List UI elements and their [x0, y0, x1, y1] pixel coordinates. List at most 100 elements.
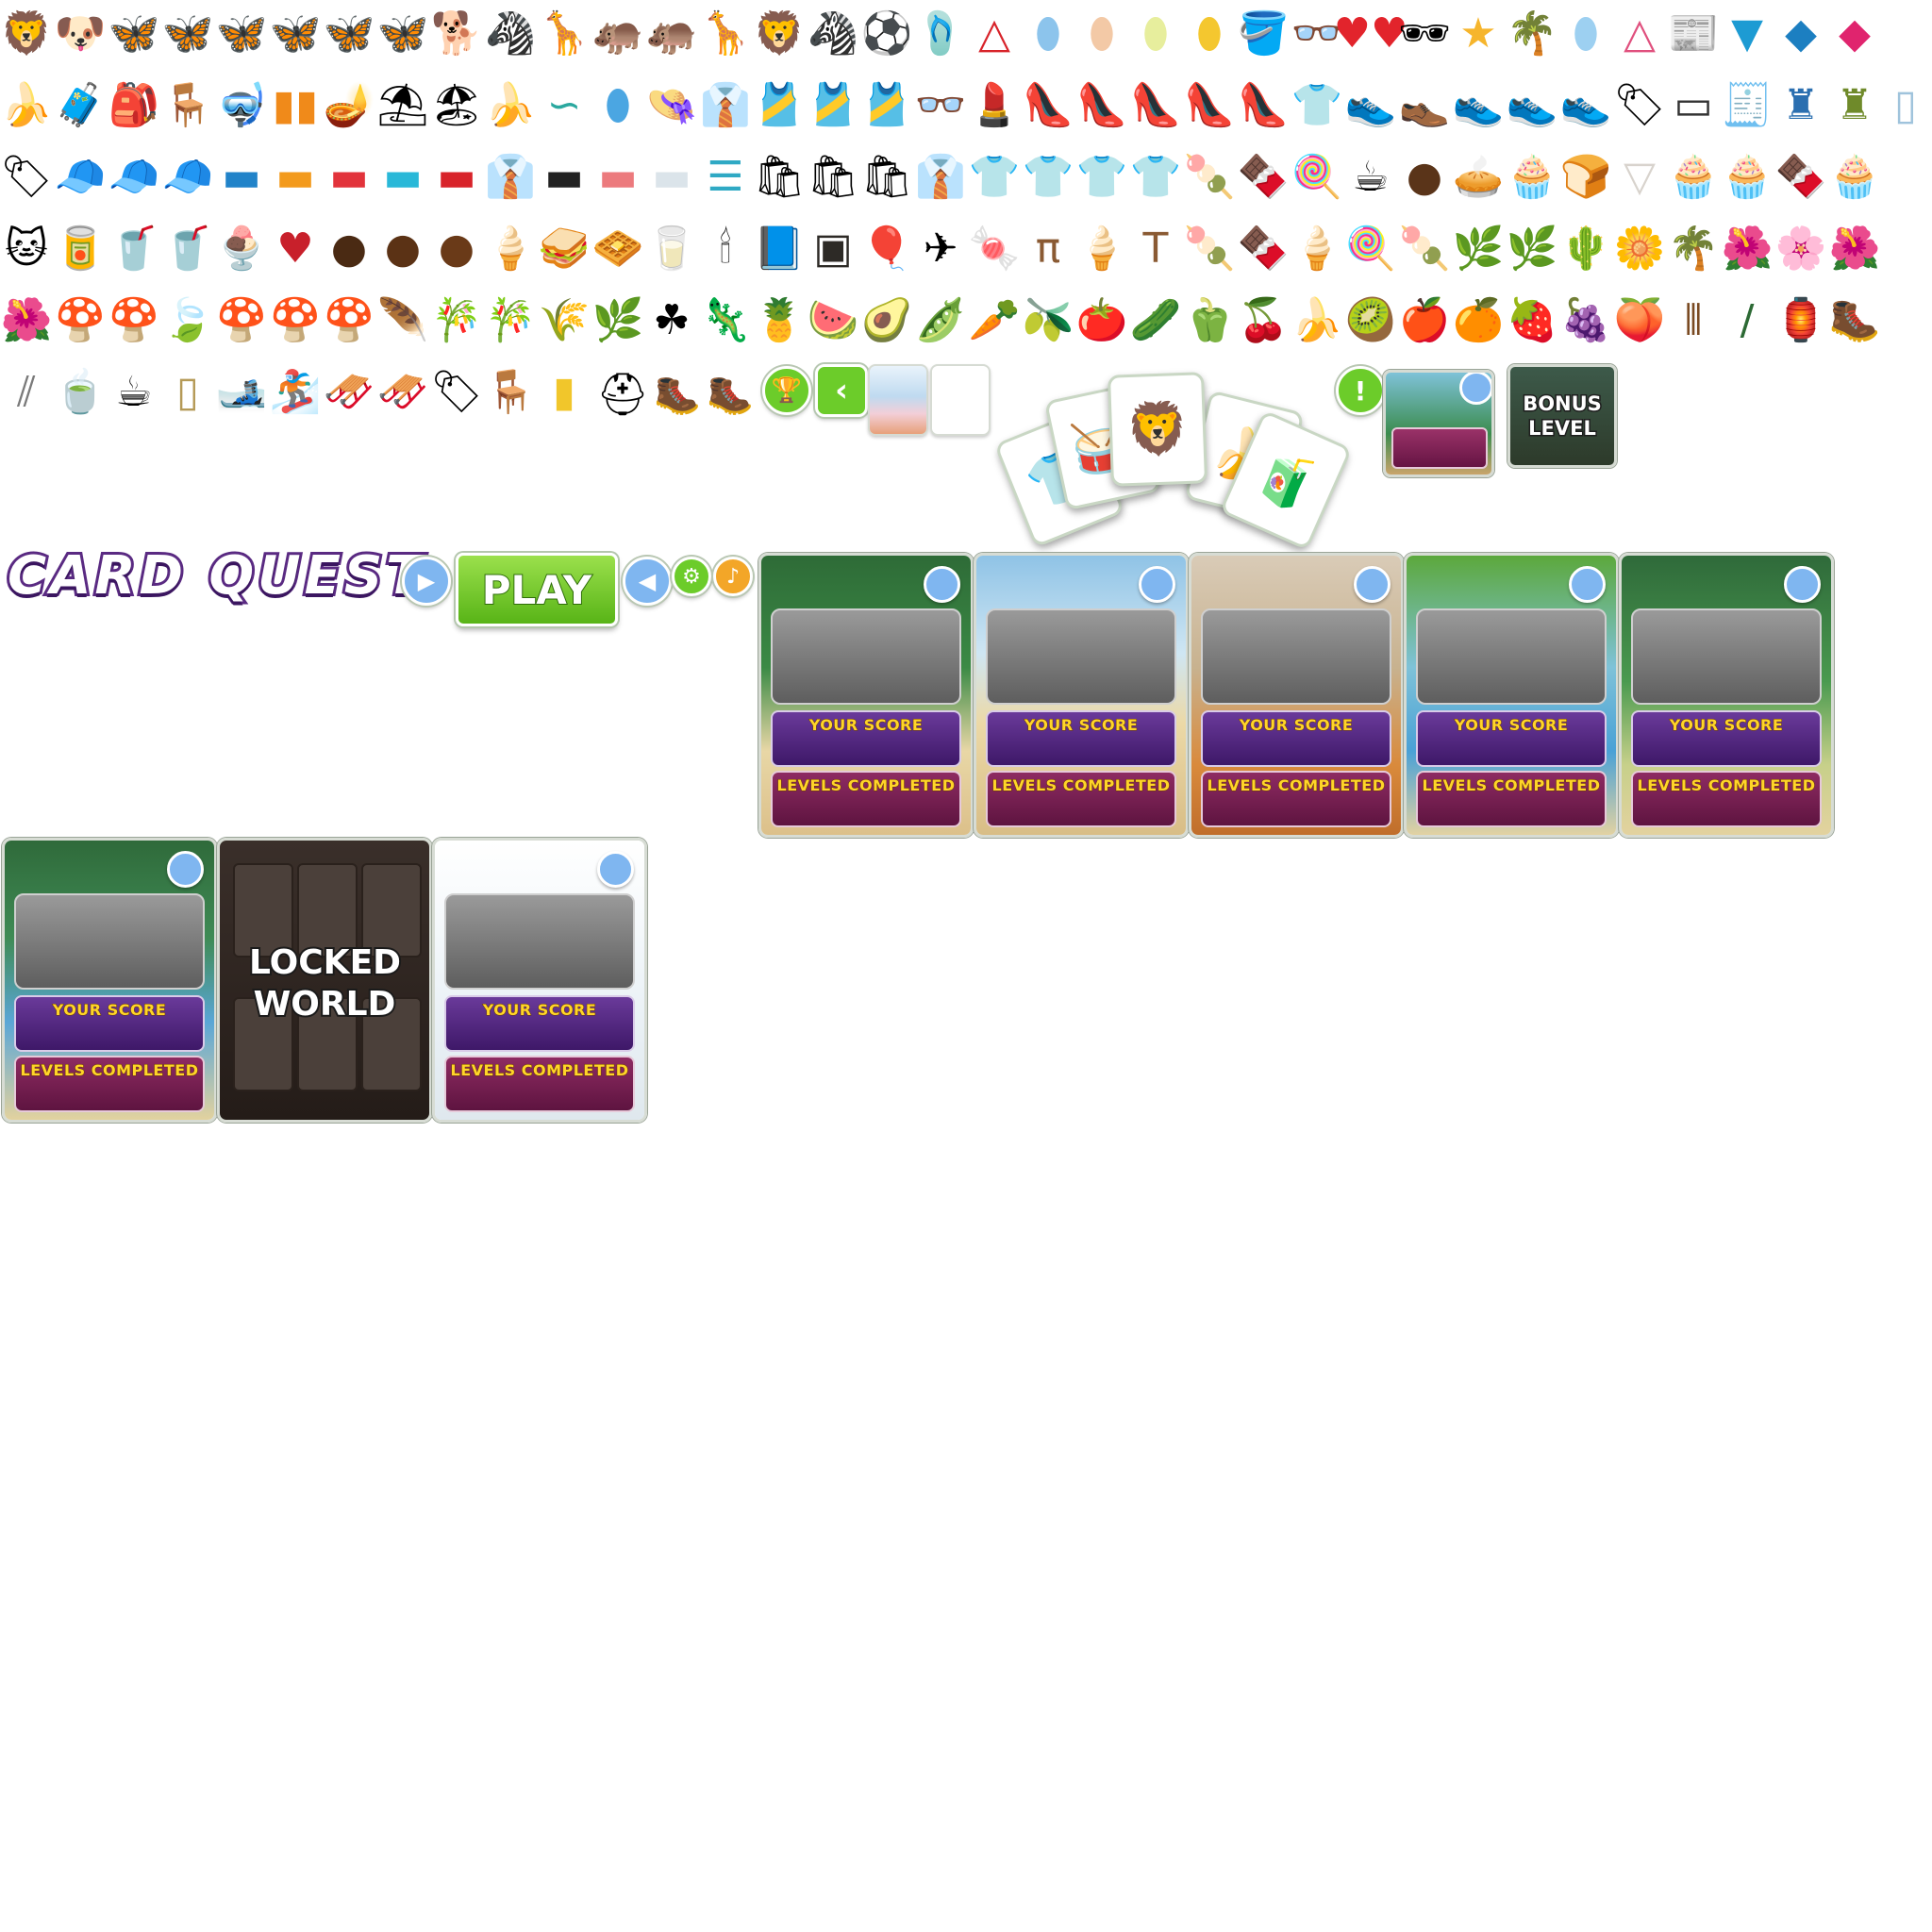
- settings-button[interactable]: ⚙: [672, 557, 711, 596]
- prev-button[interactable]: ◀: [623, 557, 672, 606]
- fin-blue-icon: ◆: [1785, 9, 1817, 58]
- butterfly-red-icon: 🦋: [108, 9, 160, 58]
- mushroom-red-icon: 🍄: [108, 296, 160, 344]
- your-score-label: YOUR SCORE: [52, 1001, 167, 1020]
- bonus-level-thumbnail[interactable]: [1383, 370, 1494, 477]
- locked-world-label: LOCKED WORLD: [247, 941, 403, 1025]
- world-card-2[interactable]: YOUR SCORE LEVELS COMPLETED: [974, 553, 1189, 838]
- puppy-icon: 🐶: [54, 9, 107, 58]
- cabinet-icon: ▯: [175, 368, 200, 416]
- ice-cream-orange-icon: 🍦: [1075, 225, 1128, 273]
- tank-top-cyan-icon: 🎽: [807, 81, 859, 129]
- shirt-folded-icon: 👔: [699, 81, 752, 129]
- world-card-7[interactable]: YOUR SCORE LEVELS COMPLETED: [432, 838, 647, 1123]
- chocolate-bonbon-icon: ●: [438, 225, 475, 273]
- popsicle-brown-icon: 🍫: [1237, 225, 1290, 273]
- peach-icon: 🍑: [1613, 296, 1666, 344]
- hippo-icon: 🦛: [591, 9, 644, 58]
- lantern-icon: 🏮: [1774, 296, 1827, 344]
- shoebox-red-icon: ▬: [329, 153, 369, 201]
- shoebox-orange-icon: ▬: [275, 153, 315, 201]
- stool-icon: π: [1035, 225, 1061, 273]
- boot-icon: 🥾: [1828, 296, 1881, 344]
- lollipop-icon: 🍭: [1291, 153, 1343, 201]
- hangers-icon: △: [1624, 9, 1656, 58]
- giraffe-small-icon: 🦒: [699, 9, 752, 58]
- bonus-thumb-badge: [1459, 373, 1491, 405]
- back-arrow-icon: ◀: [638, 568, 657, 594]
- oranges-icon: 🍊: [1452, 296, 1505, 344]
- hiking-boots-icon: 🥾: [707, 373, 754, 417]
- mannequin-green-icon: ♜: [1836, 81, 1874, 129]
- bonus-level-card[interactable]: BONUS LEVEL: [1507, 364, 1617, 468]
- your-score-label: YOUR SCORE: [1669, 716, 1784, 735]
- feather-icon: 🪶: [376, 296, 429, 344]
- world-badge: [924, 566, 960, 603]
- shirt-stack-cyan-icon: ▬: [383, 153, 423, 201]
- world-badge: [1569, 566, 1606, 603]
- world-badge: [1354, 566, 1391, 603]
- score-panel: YOUR SCORE: [444, 995, 635, 1052]
- play-button[interactable]: PLAY: [456, 553, 618, 626]
- scuba-tanks-icon: ▮▮: [272, 81, 319, 129]
- levels-completed-label: LEVELS COMPLETED: [450, 1061, 629, 1080]
- snowboard-icon: 🏂: [269, 368, 322, 416]
- play-arrow-icon: ▶: [417, 568, 436, 594]
- surfboard-yellow-icon: ⬮: [1142, 9, 1169, 58]
- next-button[interactable]: ▶: [402, 557, 451, 606]
- tshirt-green-icon: 👕: [1022, 153, 1074, 201]
- surfboard-red-icon: ⬮: [1196, 9, 1223, 58]
- balloons-icon: 🎈: [860, 225, 913, 273]
- fan-card-lion: 🦁: [1107, 372, 1208, 487]
- trophy-button[interactable]: 🏆: [762, 366, 811, 415]
- palm-island-icon: 🌴: [1506, 9, 1558, 58]
- giraffe-icon: 🦒: [538, 9, 591, 58]
- world-badge: [597, 851, 634, 888]
- world-thumbnail: [444, 893, 635, 990]
- music-button[interactable]: ♪: [713, 557, 753, 596]
- sprite-row-3: 🏷 🧢 🧢 🧢 ▬ ▬ ▬ ▬ ▬ 👔 ▬ ▬ ▬ ☰ 🛍 🛍 🛍 👔 👕 👕 …: [0, 143, 1932, 211]
- mannequin-blue-icon: ♜: [1782, 81, 1820, 129]
- sun-hat-icon: 👒: [645, 81, 698, 129]
- heel-pink-icon: 👠: [1237, 81, 1290, 129]
- flip-flops-icon: 🩴: [914, 9, 967, 58]
- world-badge: [1139, 566, 1175, 603]
- cupcake-green-icon: 🧁: [1828, 153, 1881, 201]
- popsicle-rainbow-icon: 🍡: [1183, 225, 1236, 273]
- eyeglasses-icon: 👓: [914, 81, 967, 129]
- lion-icon: 🦁: [0, 9, 53, 58]
- fin-pink-icon: ◆: [1839, 9, 1871, 58]
- butterfly-striped-icon: 🦋: [323, 9, 375, 58]
- levels-completed-label: LEVELS COMPLETED: [20, 1061, 199, 1080]
- watermelon-icon: 🍉: [807, 296, 859, 344]
- world-card-4[interactable]: YOUR SCORE LEVELS COMPLETED: [1404, 553, 1619, 838]
- cap-orange-icon: 🧢: [108, 153, 160, 201]
- exclamation-icon: !: [1354, 375, 1367, 407]
- shirt-salmon-icon: ▬: [598, 153, 638, 201]
- strawberries-icon: 🍓: [1506, 296, 1558, 344]
- heart-glasses-icon: ♥♥: [1333, 9, 1408, 58]
- mirror-icon: ▯: [1893, 81, 1918, 129]
- levels-completed-label: LEVELS COMPLETED: [1207, 776, 1386, 795]
- world-card-3[interactable]: YOUR SCORE LEVELS COMPLETED: [1189, 553, 1404, 838]
- red-flower-icon: 🌺: [0, 296, 53, 344]
- lion-fan-icon: 🦁: [1124, 397, 1191, 460]
- alert-button[interactable]: !: [1336, 366, 1385, 415]
- world-card-1[interactable]: YOUR SCORE LEVELS COMPLETED: [758, 553, 974, 838]
- tart-icon: 🥧: [1452, 153, 1505, 201]
- world-card-5[interactable]: YOUR SCORE LEVELS COMPLETED: [1619, 553, 1834, 838]
- palm-small-icon: 🌴: [1667, 225, 1720, 273]
- toy-plane-icon: ✈: [923, 225, 958, 273]
- chalkboard-icon: ▣: [813, 225, 853, 273]
- world-card-6[interactable]: YOUR SCORE LEVELS COMPLETED: [2, 838, 217, 1123]
- chocolate-swirl-icon: ●: [384, 225, 422, 273]
- back-button[interactable]: ‹: [815, 364, 868, 417]
- your-score-label: YOUR SCORE: [1024, 716, 1139, 735]
- suitcase-icon: 🧳: [54, 81, 107, 129]
- gear-icon: ⚙: [682, 564, 701, 589]
- heel-black-icon: 👠: [1183, 81, 1236, 129]
- shirt-yellow-icon: 👕: [1291, 81, 1343, 129]
- shirt-green-icon: 👔: [484, 153, 537, 201]
- locked-world-card[interactable]: LOCKED WORLD: [217, 838, 432, 1123]
- snorkel-icon: ∽: [546, 81, 582, 129]
